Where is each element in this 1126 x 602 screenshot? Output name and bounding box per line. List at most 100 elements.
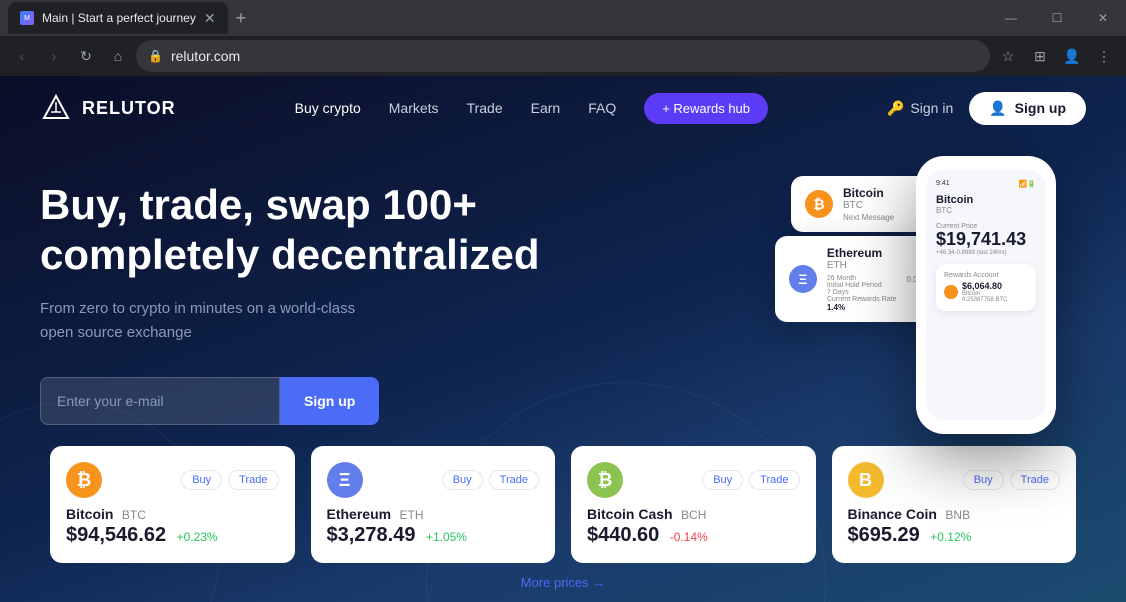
phone-rewards-label: Rewards Account bbox=[944, 272, 1028, 279]
new-tab-button[interactable]: + bbox=[236, 8, 247, 29]
nav-links: Buy crypto Markets Trade Earn FAQ + Rewa… bbox=[295, 93, 768, 124]
phone-price-change: +46.34-0.8989 (last 24hrs) bbox=[936, 250, 1036, 256]
card-top-btc: ₿ Buy Trade bbox=[66, 462, 279, 498]
eth-trade-button[interactable]: Trade bbox=[489, 470, 539, 490]
nav-earn[interactable]: Earn bbox=[531, 100, 561, 116]
eth-card-name-row: Ethereum ETH bbox=[327, 506, 540, 524]
bnb-card-ticker: BNB bbox=[945, 508, 970, 522]
reload-button[interactable]: ↻ bbox=[72, 42, 100, 70]
bnb-card-name-row: Binance Coin BNB bbox=[848, 506, 1061, 524]
extensions-button[interactable]: ⊞ bbox=[1026, 42, 1054, 70]
tab-title: Main | Start a perfect journey bbox=[42, 11, 196, 25]
card-top-bnb: B Buy Trade bbox=[848, 462, 1061, 498]
bch-buy-button[interactable]: Buy bbox=[702, 470, 743, 490]
bch-card-name-row: Bitcoin Cash BCH bbox=[587, 506, 800, 524]
close-button[interactable]: ✕ bbox=[1080, 2, 1126, 34]
card-top-eth: Ξ Buy Trade bbox=[327, 462, 540, 498]
hero-subtitle: From zero to crypto in minutes on a worl… bbox=[40, 297, 380, 345]
eth-buy-button[interactable]: Buy bbox=[442, 470, 483, 490]
browser-toolbar: ‹ › ↻ ⌂ 🔒 relutor.com ☆ ⊞ 👤 ⋮ bbox=[0, 36, 1126, 76]
phone-rewards-value: $6,064.80 bbox=[962, 281, 1007, 291]
bnb-trade-button[interactable]: Trade bbox=[1010, 470, 1060, 490]
phone-rewards-card: Rewards Account $6,064.80 Bitcoin 0.2538… bbox=[936, 264, 1036, 311]
bookmark-button[interactable]: ☆ bbox=[994, 42, 1022, 70]
btc-card-ticker: BTC bbox=[122, 508, 146, 522]
back-button[interactable]: ‹ bbox=[8, 42, 36, 70]
hero-content: Buy, trade, swap 100+ completely decentr… bbox=[40, 180, 540, 425]
btc-card-change: +0.23% bbox=[177, 530, 218, 544]
phone-status-bar: 9:41 📶🔋 bbox=[936, 180, 1036, 188]
more-prices-link[interactable]: More prices → bbox=[0, 563, 1126, 602]
nav-right: 🔑 Sign in 👤 Sign up bbox=[887, 92, 1086, 125]
signin-label: Sign in bbox=[910, 100, 953, 116]
btc-card-name: Bitcoin bbox=[66, 506, 113, 522]
btc-coin-icon: ₿ bbox=[66, 462, 102, 498]
bch-card-ticker: BCH bbox=[681, 508, 706, 522]
btc-buy-button[interactable]: Buy bbox=[181, 470, 222, 490]
btc-card-name-row: Bitcoin BTC bbox=[66, 506, 279, 524]
crypto-cards-row: ₿ Buy Trade Bitcoin BTC $94,546.62 +0.23… bbox=[0, 446, 1126, 563]
phone-mockup: 9:41 📶🔋 Bitcoin BTC Current Price $19,74… bbox=[916, 156, 1056, 434]
forward-button[interactable]: › bbox=[40, 42, 68, 70]
nav-trade[interactable]: Trade bbox=[467, 100, 503, 116]
bnb-buy-button[interactable]: Buy bbox=[963, 470, 1004, 490]
logo[interactable]: RELUTOR bbox=[40, 92, 176, 124]
menu-button[interactable]: ⋮ bbox=[1090, 42, 1118, 70]
signup-label: Sign up bbox=[1015, 100, 1066, 116]
person-icon: 🔑 bbox=[887, 100, 904, 117]
rewards-coin-icon bbox=[944, 285, 958, 299]
crypto-card-bch: ₿ Buy Trade Bitcoin Cash BCH $440.60 -0.… bbox=[571, 446, 816, 563]
bch-card-change: -0.14% bbox=[670, 530, 708, 544]
hero-signup-button[interactable]: Sign up bbox=[280, 377, 379, 425]
browser-right-controls: ☆ ⊞ 👤 ⋮ bbox=[994, 42, 1118, 70]
hero-form: Sign up bbox=[40, 377, 540, 425]
lock-icon: 🔒 bbox=[148, 49, 163, 63]
eth-coin-icon: Ξ bbox=[327, 462, 363, 498]
nav-markets[interactable]: Markets bbox=[389, 100, 439, 116]
navbar: RELUTOR Buy crypto Markets Trade Earn FA… bbox=[0, 76, 1126, 140]
eth-card-price: $3,278.49 bbox=[327, 524, 416, 546]
page-content: RELUTOR Buy crypto Markets Trade Earn FA… bbox=[0, 76, 1126, 602]
eth-card-name: Ethereum bbox=[327, 506, 392, 522]
bch-card-actions: Buy Trade bbox=[702, 470, 799, 490]
tab-close-button[interactable]: ✕ bbox=[204, 10, 216, 27]
minimize-button[interactable]: — bbox=[988, 2, 1034, 34]
nav-faq[interactable]: FAQ bbox=[588, 100, 616, 116]
profile-button[interactable]: 👤 bbox=[1058, 42, 1086, 70]
logo-icon bbox=[40, 92, 72, 124]
cards-wrapper: ₿ Buy Trade Bitcoin BTC $94,546.62 +0.23… bbox=[0, 434, 1126, 602]
nav-buy-crypto[interactable]: Buy crypto bbox=[295, 100, 361, 116]
crypto-card-bnb: B Buy Trade Binance Coin BNB $695.29 +0.… bbox=[832, 446, 1077, 563]
user-icon: 👤 bbox=[989, 100, 1006, 117]
home-button[interactable]: ⌂ bbox=[104, 42, 132, 70]
bch-trade-button[interactable]: Trade bbox=[749, 470, 799, 490]
phone-price: $19,741.43 bbox=[936, 230, 1036, 250]
btc-card-price: $94,546.62 bbox=[66, 524, 166, 546]
btc-trade-button[interactable]: Trade bbox=[228, 470, 278, 490]
eth-card-actions: Buy Trade bbox=[442, 470, 539, 490]
email-input[interactable] bbox=[40, 377, 280, 425]
signup-button[interactable]: 👤 Sign up bbox=[969, 92, 1086, 125]
browser-tab[interactable]: M Main | Start a perfect journey ✕ bbox=[8, 2, 228, 34]
bch-coin-icon: ₿ bbox=[587, 462, 623, 498]
eth-card-change: +1.05% bbox=[426, 530, 467, 544]
window-controls: — ☐ ✕ bbox=[988, 2, 1126, 34]
signin-button[interactable]: 🔑 Sign in bbox=[887, 100, 953, 117]
bch-card-price-row: $440.60 -0.14% bbox=[587, 524, 800, 547]
url-display: relutor.com bbox=[171, 48, 978, 64]
address-bar[interactable]: 🔒 relutor.com bbox=[136, 40, 990, 72]
bnb-card-actions: Buy Trade bbox=[963, 470, 1060, 490]
btc-card-price-row: $94,546.62 +0.23% bbox=[66, 524, 279, 547]
eth-card-ticker: ETH bbox=[400, 508, 424, 522]
logo-text: RELUTOR bbox=[82, 98, 176, 119]
maximize-button[interactable]: ☐ bbox=[1034, 2, 1080, 34]
card-top-bch: ₿ Buy Trade bbox=[587, 462, 800, 498]
bch-card-price: $440.60 bbox=[587, 524, 659, 546]
bnb-card-price-row: $695.29 +0.12% bbox=[848, 524, 1061, 547]
bch-card-name: Bitcoin Cash bbox=[587, 506, 673, 522]
rewards-hub-button[interactable]: + Rewards hub bbox=[644, 93, 768, 124]
bnb-card-change: +0.12% bbox=[930, 530, 971, 544]
bnb-card-price: $695.29 bbox=[848, 524, 920, 546]
crypto-card-btc: ₿ Buy Trade Bitcoin BTC $94,546.62 +0.23… bbox=[50, 446, 295, 563]
bnb-coin-icon: B bbox=[848, 462, 884, 498]
